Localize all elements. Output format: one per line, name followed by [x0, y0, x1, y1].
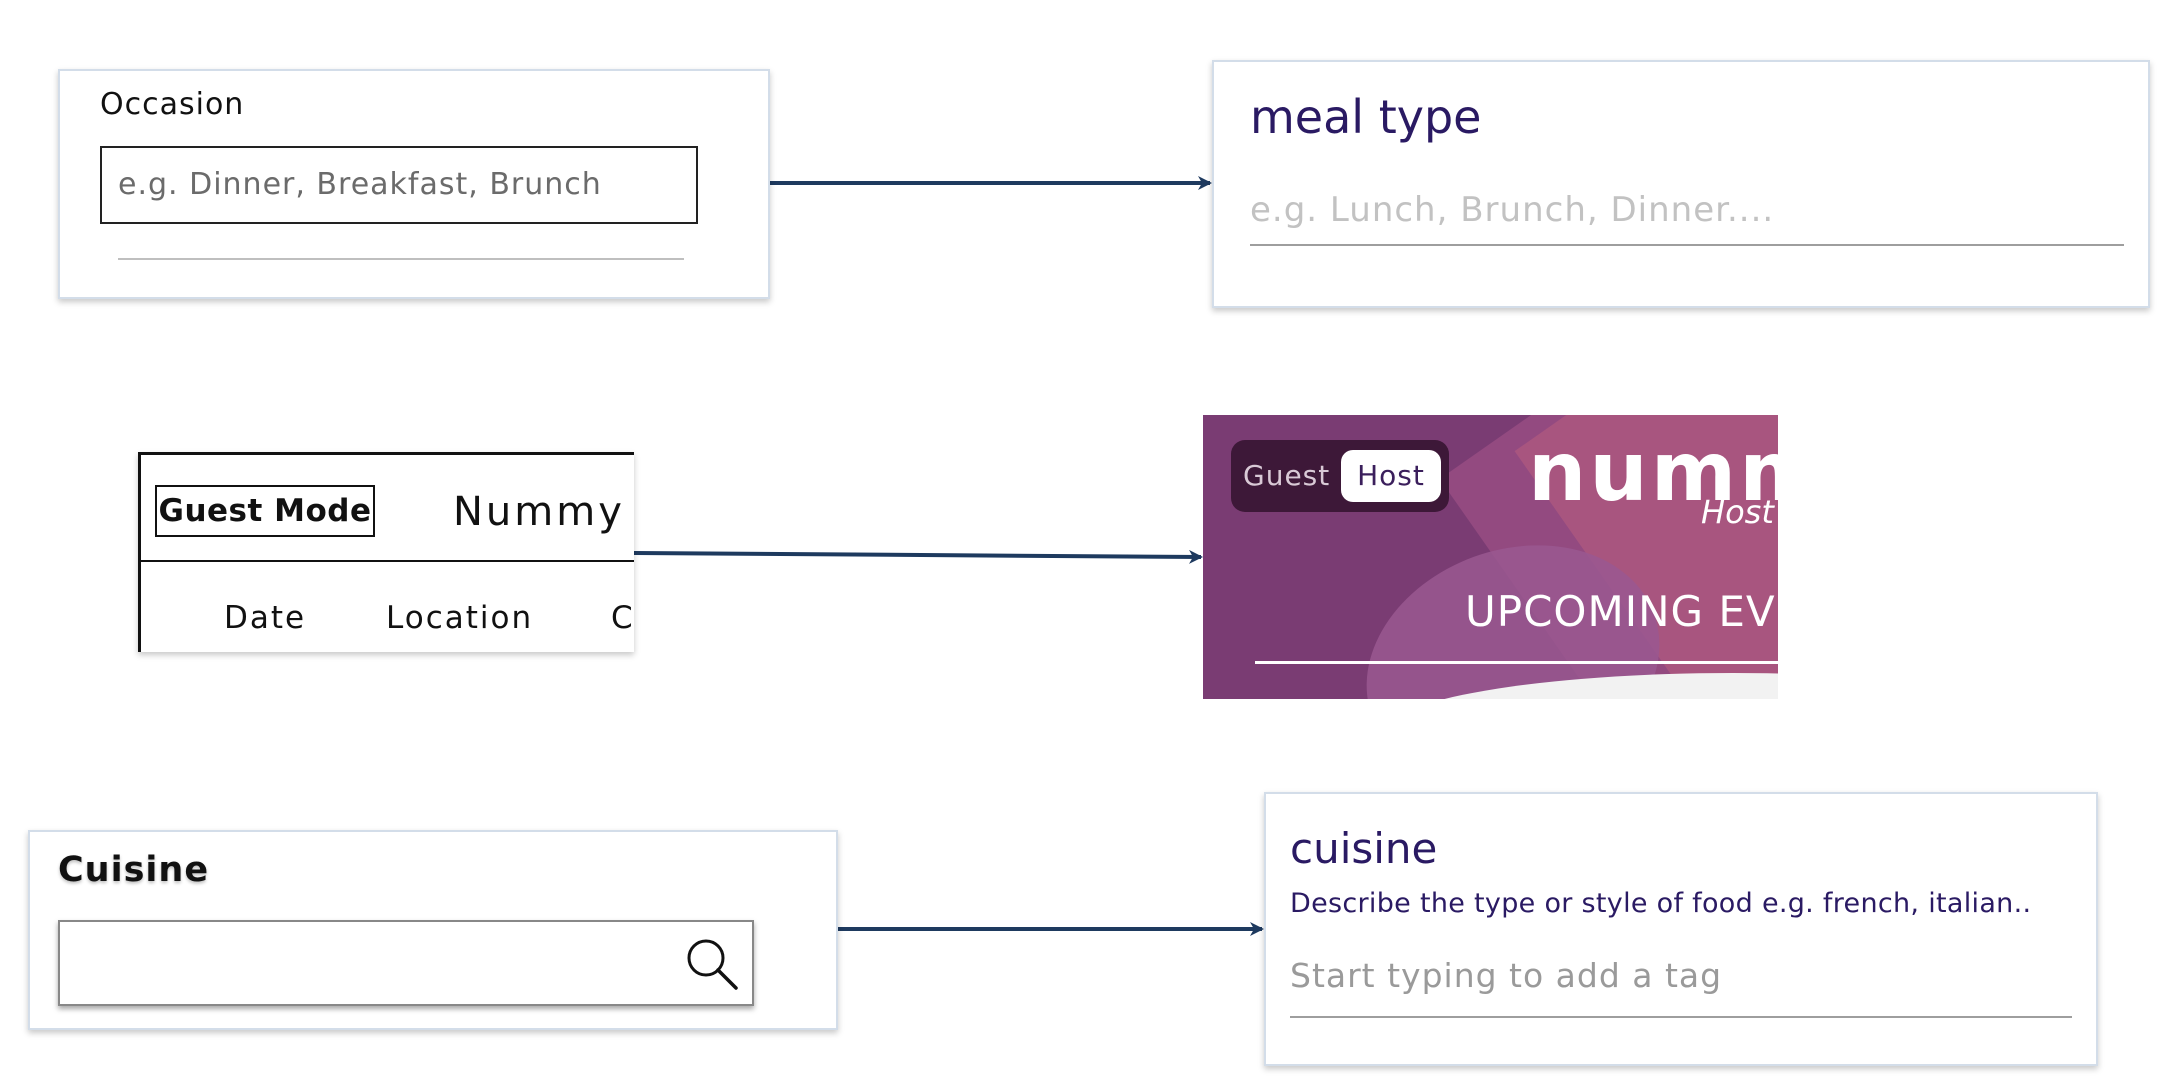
cuisine-card-old: Cuisine: [28, 830, 838, 1030]
cuisine-card-new: cuisine Describe the type or style of fo…: [1264, 792, 2098, 1066]
occasion-label: Occasion: [100, 87, 245, 122]
meal-type-card-new: meal type e.g. Lunch, Brunch, Dinner....: [1212, 60, 2150, 308]
occasion-underline: [118, 258, 684, 260]
arrow-guest-to-host: [633, 549, 1203, 564]
upcoming-events-heading: UPCOMING EVI: [1465, 587, 1778, 636]
nav-item-cut[interactable]: C: [611, 600, 634, 636]
toggle-guest-option[interactable]: Guest: [1243, 440, 1330, 512]
nav-item-location[interactable]: Location: [386, 600, 533, 636]
occasion-card-old: Occasion e.g. Dinner, Breakfast, Brunch: [58, 69, 770, 299]
heading-underline: [1255, 661, 1778, 664]
nav-item-date[interactable]: Date: [224, 600, 306, 636]
guest-header-old: Guest Mode Nummy Date Location C: [138, 452, 634, 652]
toggle-host-option[interactable]: Host: [1341, 450, 1441, 502]
cuisine-tag-underline: [1290, 1016, 2072, 1018]
guest-mode-button[interactable]: Guest Mode: [155, 485, 375, 537]
header-divider: [141, 560, 634, 562]
logo-host-subtitle: Host: [1701, 493, 1774, 531]
cuisine-search-input[interactable]: [58, 920, 754, 1006]
cuisine-new-label: cuisine: [1290, 824, 1438, 873]
meal-type-label: meal type: [1250, 90, 1482, 144]
occasion-input[interactable]: e.g. Dinner, Breakfast, Brunch: [100, 146, 698, 224]
cuisine-description: Describe the type or style of food e.g. …: [1290, 888, 2032, 919]
cuisine-label: Cuisine: [58, 850, 210, 890]
meal-type-underline: [1250, 244, 2124, 246]
guest-host-toggle[interactable]: Guest Host: [1231, 440, 1449, 512]
meal-type-input[interactable]: e.g. Lunch, Brunch, Dinner....: [1250, 190, 1774, 230]
brand-name: Nummy: [453, 489, 625, 535]
search-icon[interactable]: [682, 934, 740, 992]
host-banner-new: Guest Host numm Host UPCOMING EVI: [1203, 415, 1778, 699]
cuisine-tag-input[interactable]: Start typing to add a tag: [1290, 956, 1722, 995]
